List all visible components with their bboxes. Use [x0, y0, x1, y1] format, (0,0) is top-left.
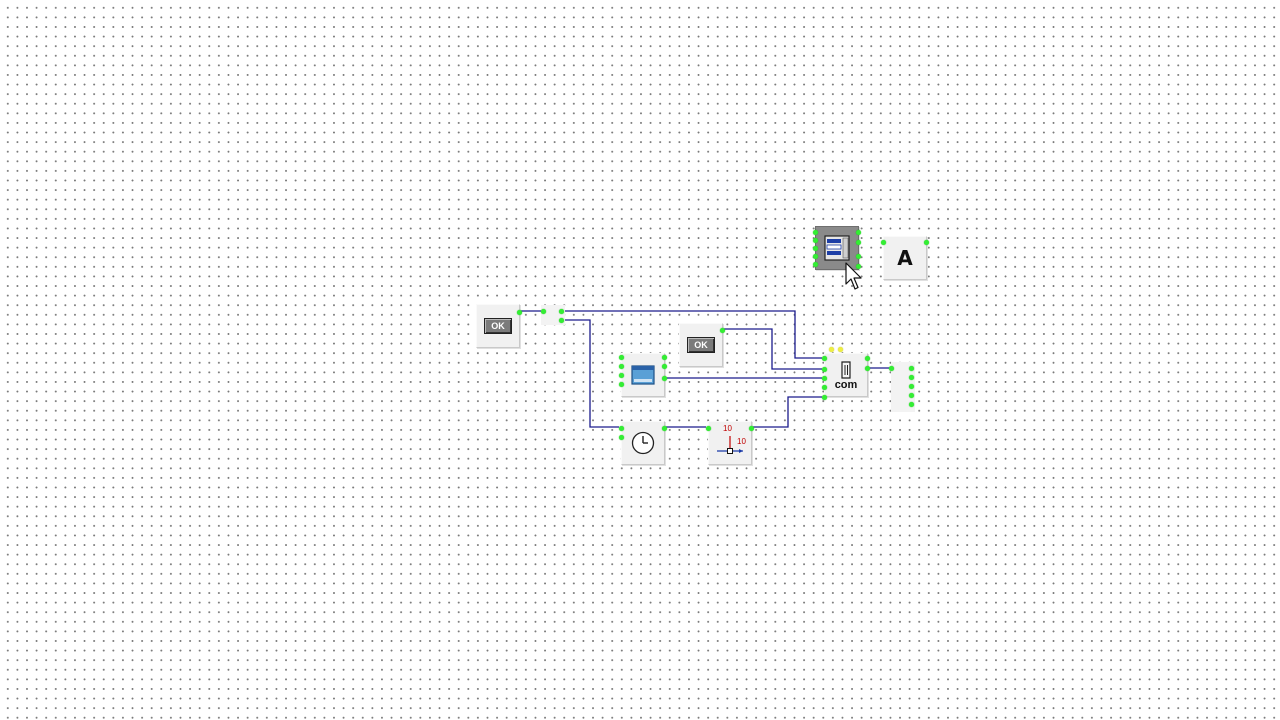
counter-component[interactable]: 10 10: [706, 421, 754, 465]
window-icon: [622, 354, 664, 396]
wire: [752, 396, 822, 428]
input-pin[interactable]: [822, 356, 827, 361]
ok-button-component[interactable]: OK: [476, 304, 522, 348]
input-pin[interactable]: [619, 382, 624, 387]
mouse-pointer-icon: [845, 262, 863, 292]
design-canvas[interactable]: OK OK 10 10 com A: [0, 0, 1280, 720]
input-pin[interactable]: [813, 230, 818, 235]
output-pin[interactable]: [662, 355, 667, 360]
output-pin[interactable]: [749, 426, 754, 431]
output-pin[interactable]: [720, 328, 725, 333]
com-port-icon: com: [825, 354, 867, 396]
output-pin[interactable]: [662, 364, 667, 369]
splitter-component-2[interactable]: [889, 362, 915, 412]
output-pin[interactable]: [865, 366, 870, 371]
input-pin[interactable]: [813, 262, 818, 267]
ok-button-label: OK: [687, 337, 715, 353]
output-pin[interactable]: [662, 426, 667, 431]
output-pin[interactable]: [924, 240, 929, 245]
output-pin[interactable]: [909, 393, 914, 398]
ok-button-icon: OK: [477, 305, 519, 347]
input-pin[interactable]: [619, 373, 624, 378]
event-pin[interactable]: [829, 347, 834, 352]
text-label-component[interactable]: A: [881, 236, 929, 280]
output-pin[interactable]: [856, 230, 861, 235]
text-label-glyph: A: [897, 246, 913, 270]
output-pin[interactable]: [909, 366, 914, 371]
output-pin[interactable]: [909, 375, 914, 380]
ok-button-icon: OK: [680, 324, 722, 366]
text-label-icon: A: [884, 237, 926, 279]
output-pin[interactable]: [865, 356, 870, 361]
ok-button-label: OK: [484, 318, 512, 334]
output-pin[interactable]: [909, 402, 914, 407]
input-pin[interactable]: [619, 364, 624, 369]
input-pin[interactable]: [822, 395, 827, 400]
output-pin[interactable]: [856, 254, 861, 259]
event-pin[interactable]: [838, 347, 843, 352]
output-pin[interactable]: [559, 318, 564, 323]
input-pin[interactable]: [619, 355, 624, 360]
wire: [562, 319, 619, 428]
output-pin[interactable]: [559, 309, 564, 314]
input-pin[interactable]: [813, 238, 818, 243]
splitter-component[interactable]: [541, 305, 565, 325]
timer-component[interactable]: [619, 421, 667, 465]
input-pin[interactable]: [706, 426, 711, 431]
output-pin[interactable]: [909, 384, 914, 389]
input-pin[interactable]: [881, 240, 886, 245]
counter-top-number: 10: [723, 424, 732, 433]
input-pin[interactable]: [619, 435, 624, 440]
input-pin[interactable]: [813, 246, 818, 251]
input-pin[interactable]: [541, 309, 546, 314]
counter-right-number: 10: [737, 437, 746, 446]
input-pin[interactable]: [813, 254, 818, 259]
clock-icon: [622, 422, 664, 464]
input-pin[interactable]: [619, 426, 624, 431]
input-pin[interactable]: [822, 376, 827, 381]
com-port-component[interactable]: com: [822, 347, 870, 400]
com-label: com: [834, 379, 858, 391]
input-pin[interactable]: [889, 366, 894, 371]
wire: [723, 328, 822, 370]
window-component[interactable]: [619, 353, 667, 397]
output-pin[interactable]: [517, 310, 522, 315]
output-pin[interactable]: [662, 376, 667, 381]
output-pin[interactable]: [856, 240, 861, 245]
input-pin[interactable]: [822, 367, 827, 372]
ok-button-component-2[interactable]: OK: [679, 323, 725, 367]
input-pin[interactable]: [822, 385, 827, 390]
